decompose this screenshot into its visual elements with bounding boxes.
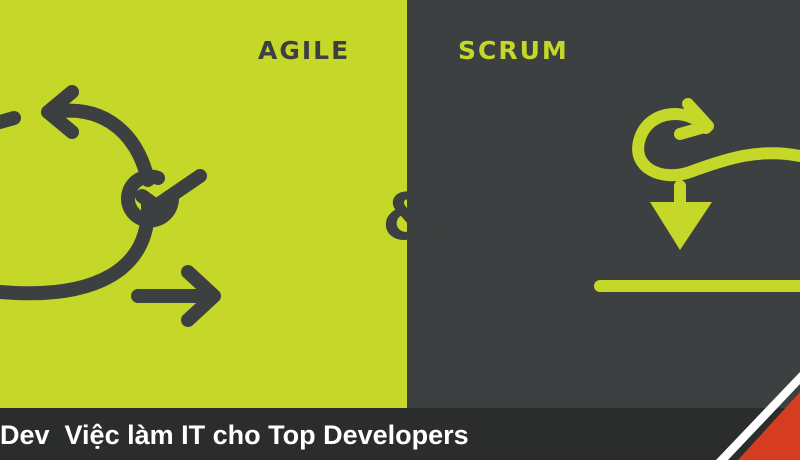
footer-text: Dev Việc làm IT cho Top Developers — [0, 420, 469, 450]
corner-accent — [716, 372, 800, 460]
